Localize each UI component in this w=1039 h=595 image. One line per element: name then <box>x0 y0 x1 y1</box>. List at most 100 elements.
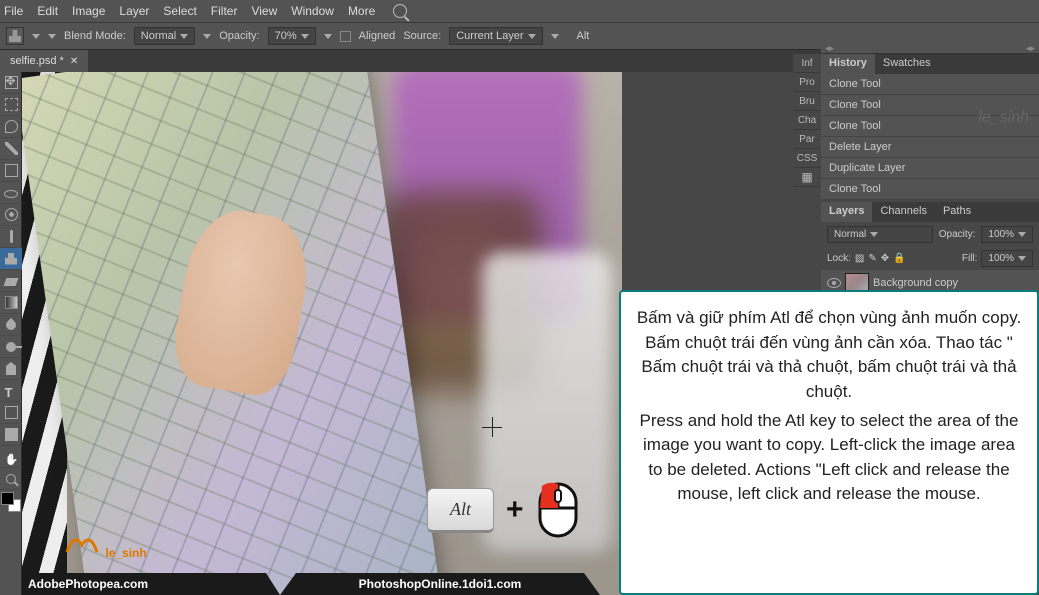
menu-view[interactable]: View <box>251 4 277 18</box>
lock-all-icon[interactable]: 🔒 <box>893 253 905 264</box>
fill-label: Fill: <box>962 253 978 264</box>
instruction-overlay: Bấm và giữ phím Atl để chọn vùng ảnh muố… <box>619 290 1039 595</box>
menu-layer[interactable]: Layer <box>119 4 149 18</box>
history-panel-tabs: History Swatches <box>821 54 1039 74</box>
document-tab-title: selfie.psd * <box>10 55 64 67</box>
character-panel-tab[interactable]: Cha <box>793 111 821 130</box>
paragraph-panel-tab[interactable]: Par <box>793 130 821 149</box>
history-item[interactable]: Clone Tool <box>821 74 1039 95</box>
close-tab-icon[interactable]: ✕ <box>70 56 78 67</box>
blend-mode-dropdown[interactable]: Normal <box>134 27 195 45</box>
eyedropper-tool[interactable] <box>0 182 22 204</box>
flow-dropdown-icon[interactable] <box>324 34 332 39</box>
blend-mode-label: Blend Mode: <box>64 30 126 42</box>
menu-image[interactable]: Image <box>72 4 105 18</box>
brush-panel-tab[interactable]: Bru <box>793 92 821 111</box>
document-tab[interactable]: selfie.psd * ✕ <box>0 50 88 72</box>
lock-transparency-icon[interactable]: ▨ <box>855 253 864 264</box>
extra-dropdown-icon[interactable] <box>551 34 559 39</box>
right-panels: ◂▸ ◂▸ History Swatches Clone Tool Clone T… <box>821 44 1039 324</box>
panel-collapse-bar[interactable]: ◂▸ ◂▸ <box>821 44 1039 54</box>
path-select-tool[interactable] <box>0 402 22 424</box>
channels-tab[interactable]: Channels <box>872 202 934 222</box>
layer-opacity-input[interactable]: 100% <box>981 226 1033 243</box>
color-swatch[interactable] <box>1 492 21 512</box>
plus-icon: + <box>506 493 524 527</box>
brush-panel-toggle-icon[interactable] <box>203 34 211 39</box>
instruction-text-vi: Bấm và giữ phím Atl để chọn vùng ảnh muố… <box>635 306 1023 405</box>
lasso-tool[interactable] <box>0 116 22 138</box>
search-icon[interactable] <box>393 4 407 18</box>
source-dropdown[interactable]: Current Layer <box>449 27 542 45</box>
layer-blend-dropdown[interactable]: Normal <box>827 226 933 243</box>
layers-panel-tabs: Layers Channels Paths <box>821 202 1039 222</box>
history-item[interactable]: Clone Tool <box>821 116 1039 137</box>
mouse-leftclick-icon <box>536 480 580 540</box>
dodge-tool[interactable] <box>0 336 22 358</box>
layer-lock-row: Lock: ▨ ✎ ✥ 🔒 Fill: 100% <box>821 247 1039 270</box>
blur-tool[interactable] <box>0 314 22 336</box>
clone-stamp-tool[interactable] <box>0 248 22 270</box>
collapse-right-icon[interactable]: ◂▸ <box>1026 43 1035 54</box>
tools-toolbar <box>0 72 22 595</box>
history-item[interactable]: Clone Tool <box>821 179 1039 200</box>
marquee-tool[interactable] <box>0 94 22 116</box>
history-item[interactable]: Delete Layer <box>821 137 1039 158</box>
collapsed-panel-tabs: Inf Pro Bru Cha Par CSS ▦ <box>793 54 821 187</box>
menu-file[interactable]: File <box>4 4 23 18</box>
source-label: Source: <box>403 30 441 42</box>
brush-preset-dropdown-icon[interactable] <box>48 34 56 39</box>
history-tab[interactable]: History <box>821 54 875 74</box>
footer-link-left: AdobePhotopea.com <box>22 573 280 595</box>
gradient-tool[interactable] <box>0 292 22 314</box>
aligned-label: Aligned <box>359 30 396 42</box>
lock-paint-icon[interactable]: ✎ <box>868 253 876 264</box>
info-panel-tab[interactable]: Inf <box>793 54 821 73</box>
hand-tool[interactable] <box>0 446 22 468</box>
swatches-tab[interactable]: Swatches <box>875 54 939 74</box>
alt-indicator: Alt <box>577 30 590 42</box>
layers-tab[interactable]: Layers <box>821 202 872 222</box>
eraser-tool[interactable] <box>0 270 22 292</box>
aligned-checkbox[interactable] <box>340 31 351 42</box>
canvas[interactable]: le_sinh Alt + AdobePhotopea.com Photosho… <box>22 72 622 595</box>
crop-tool[interactable] <box>0 160 22 182</box>
history-item[interactable]: Clone Tool <box>821 95 1039 116</box>
move-tool[interactable] <box>0 72 22 94</box>
zoom-tool[interactable] <box>0 468 22 490</box>
menu-select[interactable]: Select <box>163 4 196 18</box>
menu-edit[interactable]: Edit <box>37 4 58 18</box>
collapse-left-icon[interactable]: ◂▸ <box>825 43 834 54</box>
alt-key-hint: Alt + <box>427 480 580 540</box>
css-panel-tab[interactable]: CSS <box>793 149 821 168</box>
layer-opacity-label: Opacity: <box>939 229 976 240</box>
menu-window[interactable]: Window <box>291 4 334 18</box>
paths-tab[interactable]: Paths <box>935 202 979 222</box>
image-panel-icon[interactable]: ▦ <box>793 168 821 187</box>
magic-wand-tool[interactable] <box>0 138 22 160</box>
text-tool[interactable] <box>0 380 22 402</box>
shape-tool[interactable] <box>0 424 22 446</box>
lock-label: Lock: <box>827 253 851 264</box>
alt-key-icon: Alt <box>427 488 494 533</box>
opacity-label: Opacity: <box>219 30 259 42</box>
healing-brush-tool[interactable] <box>0 204 22 226</box>
menu-bar: File Edit Image Layer Select Filter View… <box>0 0 1039 22</box>
properties-panel-tab[interactable]: Pro <box>793 73 821 92</box>
pen-tool[interactable] <box>0 358 22 380</box>
clone-crosshair-icon <box>482 417 502 437</box>
history-item[interactable]: Duplicate Layer <box>821 158 1039 179</box>
layer-blend-row: Normal Opacity: 100% <box>821 222 1039 247</box>
tool-preset-dropdown-icon[interactable] <box>32 34 40 39</box>
opacity-input[interactable]: 70% <box>268 27 316 45</box>
brush-tool[interactable] <box>0 226 22 248</box>
tool-indicator-stamp-icon[interactable] <box>6 27 24 45</box>
menu-filter[interactable]: Filter <box>211 4 238 18</box>
foreground-color[interactable] <box>1 492 14 505</box>
layer-fill-input[interactable]: 100% <box>981 250 1033 267</box>
instruction-text-en: Press and hold the Atl key to select the… <box>635 409 1023 508</box>
lock-position-icon[interactable]: ✥ <box>881 253 889 264</box>
layer-name[interactable]: Background copy <box>873 277 958 289</box>
menu-more[interactable]: More <box>348 4 375 18</box>
layer-visibility-icon[interactable] <box>827 278 841 288</box>
